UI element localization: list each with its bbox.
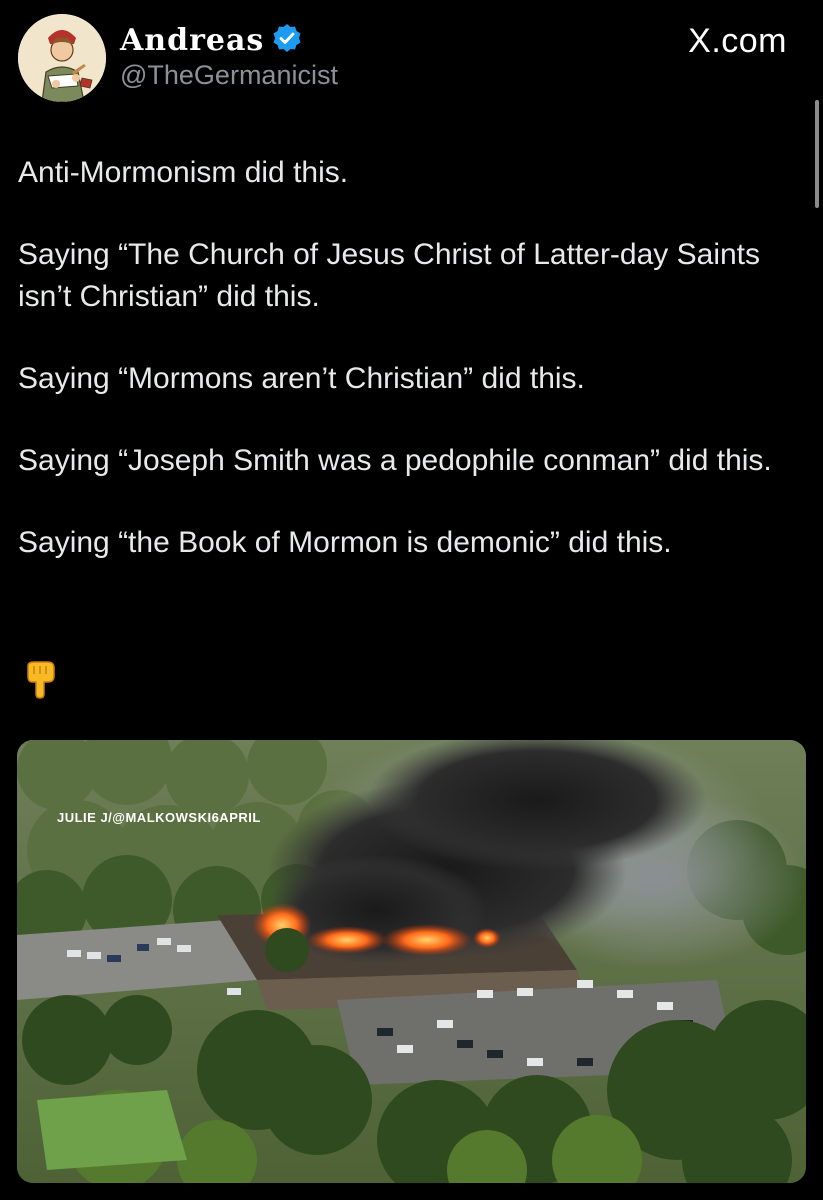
tweet-text: Anti-Mormonism did this. Saying “The Chu…	[18, 152, 808, 564]
tweet-paragraph: Anti-Mormonism did this.	[18, 156, 349, 189]
display-name[interactable]: Andreas	[120, 23, 264, 58]
backhand-index-pointing-down-icon	[22, 660, 58, 700]
tweet-paragraph: Saying “the Book of Mormon is demonic” d…	[18, 526, 672, 559]
medieval-scholar-avatar-icon	[18, 14, 106, 102]
x-brand-label: X.com	[688, 22, 787, 60]
scrollbar[interactable]	[815, 100, 819, 208]
author-handle[interactable]: @TheGermanicist	[120, 60, 338, 91]
media-watermark: JULIE J/@MALKOWSKI6APRIL	[57, 810, 261, 825]
tweet-paragraph: Saying “The Church of Jesus Christ of La…	[18, 238, 761, 313]
tweet-media[interactable]: JULIE J/@MALKOWSKI6APRIL	[17, 740, 806, 1183]
author-name-row[interactable]: Andreas	[120, 22, 302, 58]
tweet-paragraph: Saying “Joseph Smith was a pedophile con…	[18, 444, 772, 477]
avatar[interactable]	[18, 14, 106, 102]
verified-badge-icon	[272, 23, 302, 58]
tweet-paragraph: Saying “Mormons aren’t Christian” did th…	[18, 362, 585, 395]
aerial-building-fire-photo	[17, 740, 806, 1183]
